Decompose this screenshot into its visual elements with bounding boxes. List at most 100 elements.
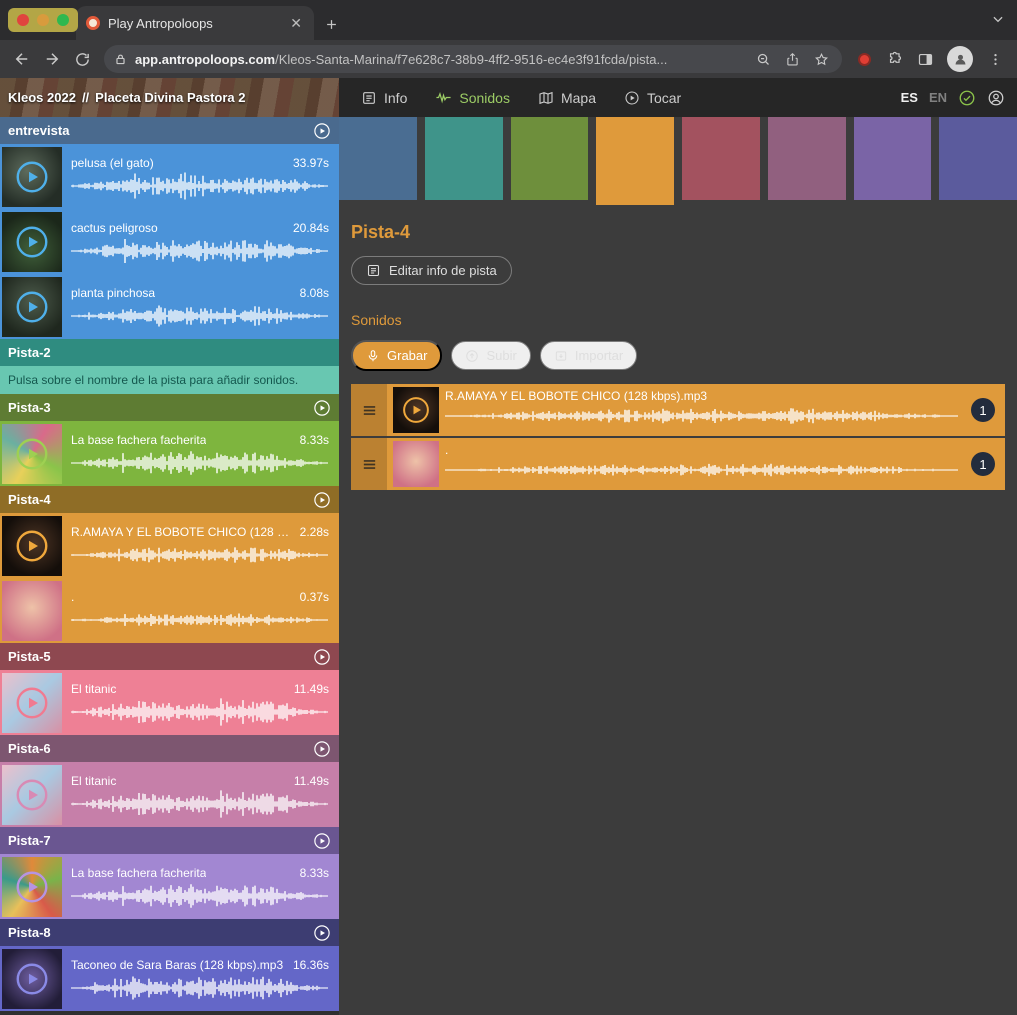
bookmark-star-icon[interactable] — [811, 52, 832, 67]
clip-row[interactable]: El titanic 11.49s — [0, 670, 339, 735]
clip-thumbnail[interactable] — [2, 147, 62, 207]
track-header[interactable]: entrevista — [0, 117, 339, 144]
play-icon[interactable] — [14, 961, 50, 997]
account-icon[interactable] — [987, 89, 1005, 107]
clip-thumbnail[interactable] — [2, 277, 62, 337]
breadcrumb-session[interactable]: Placeta Divina Pastora 2 — [95, 90, 245, 105]
record-button[interactable]: Grabar — [351, 340, 442, 371]
clip-row[interactable]: La base fachera facherita 8.33s — [0, 854, 339, 919]
minimize-window-button[interactable] — [37, 14, 49, 26]
drag-handle-icon[interactable] — [351, 438, 387, 490]
track-swatch[interactable] — [854, 117, 932, 200]
clip-row[interactable]: cactus peligroso 20.84s — [0, 209, 339, 274]
clip-row[interactable]: El titanic 11.49s — [0, 762, 339, 827]
track-play-icon[interactable] — [313, 648, 331, 666]
track-play-icon[interactable] — [313, 122, 331, 140]
clip-row[interactable]: planta pinchosa 8.08s — [0, 274, 339, 339]
upload-button[interactable]: Subir — [451, 341, 530, 370]
track-header[interactable]: Pista-6 — [0, 735, 339, 762]
clip-thumbnail[interactable] — [2, 857, 62, 917]
address-bar[interactable]: app.antropoloops.com/Kleos-Santa-Marina/… — [104, 45, 842, 73]
zoom-level-icon[interactable] — [753, 52, 774, 67]
import-button[interactable]: Importar — [540, 341, 637, 370]
track-play-icon[interactable] — [313, 491, 331, 509]
lang-en-button[interactable]: EN — [929, 90, 947, 105]
lang-es-button[interactable]: ES — [901, 90, 918, 105]
clip-duration: 16.36s — [293, 958, 329, 972]
zoom-window-button[interactable] — [57, 14, 69, 26]
clip-thumbnail[interactable] — [2, 949, 62, 1009]
recording-extension-icon[interactable] — [858, 53, 871, 66]
play-icon[interactable] — [14, 436, 50, 472]
tab-close-icon[interactable]: ✕ — [288, 15, 304, 32]
play-icon[interactable] — [401, 395, 431, 425]
track-swatch[interactable] — [339, 117, 417, 200]
drag-handle-icon[interactable] — [351, 384, 387, 436]
clip-row[interactable]: Taconeo de Sara Baras (128 kbps).mp3 16.… — [0, 946, 339, 1011]
play-icon[interactable] — [14, 777, 50, 813]
url-text[interactable]: app.antropoloops.com/Kleos-Santa-Marina/… — [135, 52, 745, 67]
track-play-icon[interactable] — [313, 740, 331, 758]
profile-avatar[interactable] — [947, 46, 973, 72]
track-play-icon[interactable] — [313, 399, 331, 417]
clip-thumbnail[interactable] — [2, 673, 62, 733]
play-icon[interactable] — [14, 528, 50, 564]
track-header[interactable]: Pista-2 — [0, 339, 339, 366]
clip-row[interactable]: . 0.37s — [0, 578, 339, 643]
track-swatch-selected[interactable] — [596, 117, 674, 205]
record-label: Grabar — [387, 348, 427, 363]
play-icon[interactable] — [14, 224, 50, 260]
clip-thumbnail[interactable] — [2, 581, 62, 641]
tab-tocar[interactable]: Tocar — [624, 90, 681, 106]
close-window-button[interactable] — [17, 14, 29, 26]
track-play-icon[interactable] — [313, 832, 331, 850]
clip-thumbnail[interactable] — [2, 516, 62, 576]
sound-thumbnail[interactable] — [393, 387, 439, 433]
sound-row[interactable]: . 1 — [351, 438, 1005, 490]
lock-icon[interactable] — [114, 53, 127, 66]
sound-row[interactable]: R.AMAYA Y EL BOBOTE CHICO (128 kbps).mp3… — [351, 384, 1005, 436]
clip-thumbnail[interactable] — [2, 424, 62, 484]
track-header[interactable]: Pista-7 — [0, 827, 339, 854]
share-icon[interactable] — [782, 52, 803, 67]
clip-row[interactable]: pelusa (el gato) 33.97s — [0, 144, 339, 209]
clip-thumbnail[interactable] — [2, 765, 62, 825]
extensions-puzzle-icon[interactable] — [881, 45, 909, 73]
play-icon[interactable] — [14, 685, 50, 721]
tab-search-chevron-icon[interactable] — [991, 12, 1005, 26]
clip-row[interactable]: La base fachera facherita 8.33s — [0, 421, 339, 486]
track-swatch[interactable] — [939, 117, 1017, 200]
breadcrumb[interactable]: Kleos 2022 // Placeta Divina Pastora 2 — [0, 78, 339, 117]
tab-info[interactable]: Info — [361, 90, 407, 106]
play-icon[interactable] — [14, 869, 50, 905]
back-button[interactable] — [8, 45, 36, 73]
track-pista-8: Pista-8 Taconeo de Sara Baras (128 kbps)… — [0, 919, 339, 1011]
track-swatch[interactable] — [768, 117, 846, 200]
clip-thumbnail[interactable] — [2, 212, 62, 272]
reload-button[interactable] — [68, 45, 96, 73]
forward-button[interactable] — [38, 45, 66, 73]
track-header[interactable]: Pista-5 — [0, 643, 339, 670]
new-tab-button[interactable] — [324, 17, 339, 32]
tab-sonidos[interactable]: Sonidos — [435, 89, 510, 106]
browser-menu-icon[interactable] — [981, 45, 1009, 73]
clip-row[interactable]: R.AMAYA Y EL BOBOTE CHICO (128 kbps)....… — [0, 513, 339, 578]
track-header[interactable]: Pista-8 — [0, 919, 339, 946]
browser-tab[interactable]: Play Antropoloops ✕ — [76, 6, 314, 40]
play-icon[interactable] — [14, 159, 50, 195]
track-swatch[interactable] — [682, 117, 760, 200]
side-panel-icon[interactable] — [911, 45, 939, 73]
header-right: ES EN — [901, 78, 1017, 117]
play-icon[interactable] — [14, 289, 50, 325]
clip-title: Taconeo de Sara Baras (128 kbps).mp3 — [71, 958, 283, 972]
track-swatch[interactable] — [425, 117, 503, 200]
track-header[interactable]: Pista-4 — [0, 486, 339, 513]
edit-track-info-button[interactable]: Editar info de pista — [351, 256, 512, 285]
tab-mapa[interactable]: Mapa — [538, 90, 596, 106]
track-header[interactable]: Pista-3 — [0, 394, 339, 421]
track-swatch[interactable] — [511, 117, 589, 200]
tab-mapa-label: Mapa — [561, 90, 596, 106]
breadcrumb-project[interactable]: Kleos 2022 — [8, 90, 76, 105]
track-play-icon[interactable] — [313, 924, 331, 942]
sound-thumbnail[interactable] — [393, 441, 439, 487]
